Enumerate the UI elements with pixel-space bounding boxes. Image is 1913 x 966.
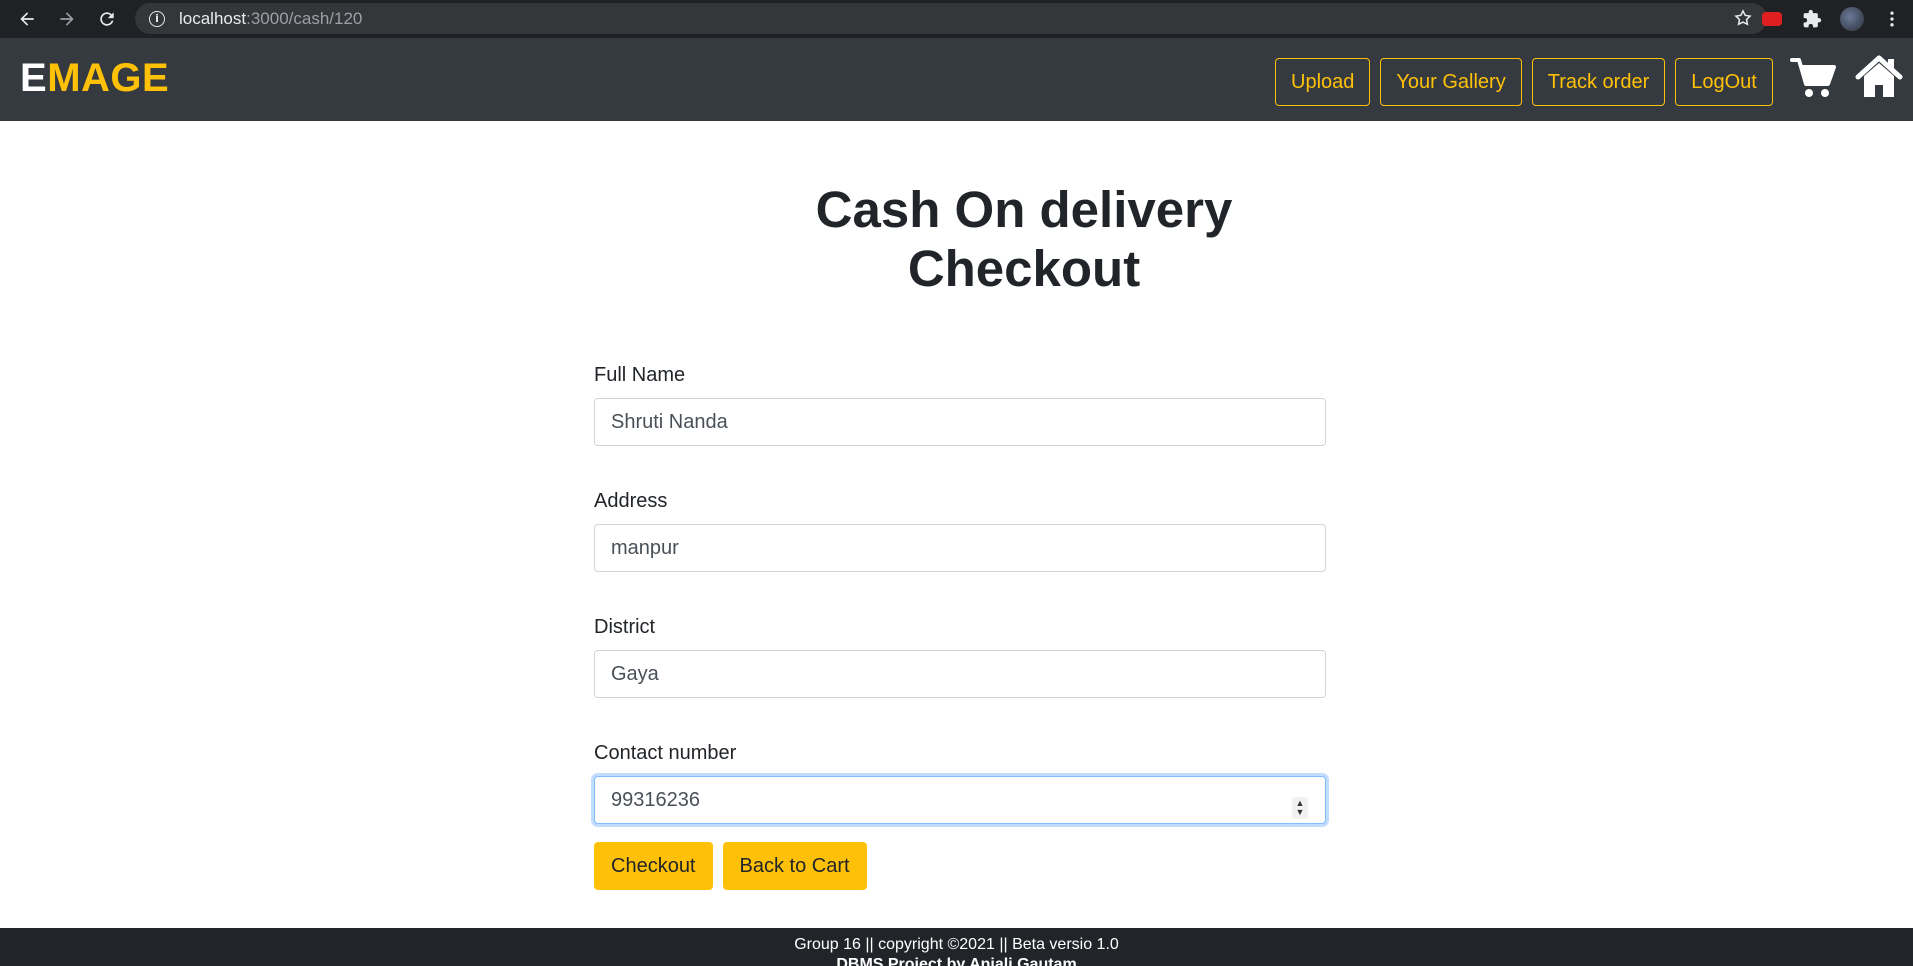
page-footer: Group 16 || copyright ©2021 || Beta vers… xyxy=(0,928,1913,966)
browser-menu-icon[interactable] xyxy=(1880,7,1904,31)
address-input[interactable] xyxy=(594,524,1326,572)
site-navbar: EMAGE Upload Your Gallery Track order Lo… xyxy=(0,38,1913,121)
form-buttons: Checkout Back to Cart xyxy=(594,842,1326,890)
page-title-line1: Cash On delivery xyxy=(815,181,1233,238)
nav-logout-button[interactable]: LogOut xyxy=(1675,58,1773,106)
profile-avatar[interactable] xyxy=(1840,7,1864,31)
district-input[interactable] xyxy=(594,650,1326,698)
footer-credit: DBMS Project by Anjali Gautam xyxy=(836,956,1077,966)
youtube-extension-icon[interactable] xyxy=(1760,7,1784,31)
district-label: District xyxy=(594,616,656,638)
nav-links: Upload Your Gallery Track order LogOut xyxy=(1275,58,1783,106)
forward-arrow-icon[interactable] xyxy=(54,6,80,32)
contact-number-label: Contact number xyxy=(594,742,737,764)
nav-upload-button[interactable]: Upload xyxy=(1275,58,1371,106)
contact-number-wrapper: ▲▼ xyxy=(594,776,1326,824)
number-stepper-icon[interactable]: ▲ ▼ xyxy=(1292,797,1308,819)
bookmark-star-icon[interactable] xyxy=(1733,8,1753,28)
url-host: localhost xyxy=(179,8,247,28)
nav-gallery-button[interactable]: Your Gallery xyxy=(1380,58,1522,106)
address-bar[interactable]: i localhost:3000/cash/120 xyxy=(135,3,1767,34)
brand-first-letter: E xyxy=(20,56,48,100)
back-arrow-icon[interactable] xyxy=(14,6,40,32)
home-icon[interactable] xyxy=(1855,54,1903,100)
url-path: :3000/cash/120 xyxy=(246,8,363,28)
checkout-button[interactable]: Checkout xyxy=(594,842,713,890)
cart-icon[interactable] xyxy=(1790,56,1838,100)
brand-rest: MAGE xyxy=(47,56,170,100)
reload-icon[interactable] xyxy=(94,6,120,32)
url-text: localhost:3000/cash/120 xyxy=(179,9,362,29)
browser-toolbar: i localhost:3000/cash/120 xyxy=(0,0,1913,38)
nav-track-order-button[interactable]: Track order xyxy=(1531,58,1666,106)
contact-number-input[interactable] xyxy=(594,776,1326,824)
address-label: Address xyxy=(594,490,668,512)
page-title-line2: Checkout xyxy=(907,240,1141,297)
checkout-form: Full Name Address District Contact numbe… xyxy=(594,360,1326,890)
site-info-icon[interactable]: i xyxy=(149,10,165,27)
brand-logo[interactable]: EMAGE xyxy=(20,56,169,101)
back-to-cart-button[interactable]: Back to Cart xyxy=(722,842,867,890)
full-name-label: Full Name xyxy=(594,364,686,386)
footer-copyright: Group 16 || copyright ©2021 || Beta vers… xyxy=(794,936,1119,953)
full-name-input[interactable] xyxy=(594,398,1326,446)
page-title: Cash On delivery Checkout xyxy=(0,180,1913,298)
extensions-puzzle-icon[interactable] xyxy=(1800,7,1824,31)
